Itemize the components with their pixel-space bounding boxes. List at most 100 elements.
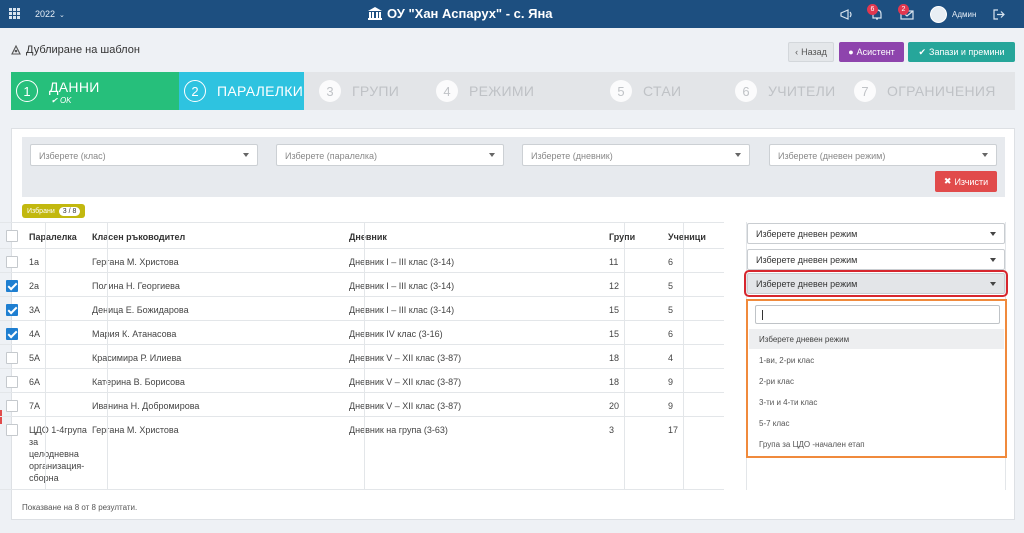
rezhim-filter-placeholder: Изберете (дневен режим): [778, 151, 886, 161]
step-uchiteli[interactable]: 6 УЧИТЕЛИ: [730, 72, 836, 110]
cell-paralelka: 5А: [29, 353, 41, 363]
column-header[interactable]: Дневник: [343, 232, 393, 242]
paralelka-filter-select[interactable]: Изберете (паралелка): [276, 144, 504, 166]
dropdown-search-input[interactable]: [755, 305, 1000, 324]
megaphone-icon[interactable]: [840, 8, 854, 21]
table-row[interactable]: 3А Деница Е. Божидарова Дневник I – III …: [0, 296, 724, 320]
step-label: СТАИ: [643, 83, 682, 99]
regime-select-open[interactable]: Изберете дневен режим: [744, 270, 1008, 297]
step-number: 5: [610, 80, 632, 102]
cell-paralelka: 7А: [29, 401, 41, 411]
user-name[interactable]: Админ: [952, 10, 976, 19]
regime-select[interactable]: Изберете дневен режим: [747, 249, 1005, 270]
step-grupi[interactable]: 3 ГРУПИ: [314, 72, 399, 110]
row-checkbox-checked[interactable]: [6, 328, 18, 340]
step-number: 2: [184, 80, 206, 102]
cell-teacher: Деница Е. Божидарова: [92, 305, 189, 315]
step-label: ГРУПИ: [352, 83, 400, 99]
cell-grupi: 3: [609, 425, 615, 435]
column-header[interactable]: Класен ръководител: [86, 232, 191, 242]
dropdown-option[interactable]: 2-ри клас: [749, 371, 1004, 391]
row-checkbox[interactable]: [6, 352, 18, 364]
cell-grupi: 18: [609, 353, 620, 363]
cell-paralelka: ЦДО 1-4група за целодневна организация-с…: [29, 425, 87, 483]
page-title-text: Дублиране на шаблон: [26, 44, 140, 56]
step-stai[interactable]: 5 СТАИ: [605, 72, 681, 110]
column-header[interactable]: Групи: [603, 232, 641, 242]
step-number: 6: [735, 80, 757, 102]
row-checkbox[interactable]: [6, 376, 18, 388]
close-icon: ✖: [943, 176, 952, 186]
dropdown-option[interactable]: Група за ЦДО -начален етап: [749, 434, 1004, 454]
cell-grupi: 12: [609, 281, 620, 291]
logout-icon[interactable]: [993, 9, 1005, 20]
row-checkbox[interactable]: [6, 256, 18, 268]
cell-uchenici: 17: [668, 425, 679, 435]
step-label: РЕЖИМИ: [469, 83, 535, 99]
save-and-next-button[interactable]: ✔ Запази и премини: [908, 42, 1015, 62]
caret-down-icon: [735, 153, 741, 157]
cell-dnevnik: Дневник I – III клас (3-14): [349, 281, 455, 291]
cell-paralelka: 1а: [29, 257, 40, 267]
cell-dnevnik: Дневник IV клас (3-16): [349, 329, 443, 339]
row-checkbox[interactable]: [6, 400, 18, 412]
cell-teacher: Гергана М. Христова: [92, 257, 179, 267]
regime-header-select[interactable]: Изберете дневен режим: [747, 223, 1005, 244]
column-header[interactable]: Ученици: [662, 232, 712, 242]
cell-dnevnik: Дневник I – III клас (3-14): [349, 305, 455, 315]
column-header[interactable]: Паралелка: [23, 232, 83, 242]
cell-grupi: 11: [609, 257, 619, 267]
cell-dnevnik: Дневник V – XII клас (3-87): [349, 377, 462, 387]
step-paralelki[interactable]: 2 ПАРАЛЕЛКИ: [179, 72, 304, 110]
column-divider: [107, 222, 108, 490]
cell-teacher: Гергана М. Христова: [92, 425, 179, 435]
cell-teacher: Мария К. Атанасова: [92, 329, 177, 339]
step-label: ПАРАЛЕЛКИ: [217, 83, 304, 99]
cell-teacher: Иванина Н. Добромирова: [92, 401, 200, 411]
clear-filters-button[interactable]: ✖ Изчисти: [935, 171, 997, 192]
notifications-badge: 6: [867, 4, 878, 15]
regime-dropdown-menu: Изберете дневен режим 1-ви, 2-ри клас 2-…: [746, 299, 1007, 458]
column-divider: [624, 222, 625, 490]
cell-uchenici: 5: [668, 305, 674, 315]
chevron-down-icon: ⌄: [59, 12, 65, 19]
table-row[interactable]: ЦДО 1-4група за целодневна организация-с…: [0, 416, 724, 490]
row-checkbox[interactable]: [6, 424, 18, 436]
step-rezhimi[interactable]: 4 РЕЖИМИ: [431, 72, 534, 110]
table-row[interactable]: 6А Катерина В. Борисова Дневник V – XII …: [0, 368, 724, 392]
regime-value: Изберете дневен режим: [756, 279, 858, 289]
table-row[interactable]: 7А Иванина Н. Добромирова Дневник V – XI…: [0, 392, 724, 416]
step-number: 1: [16, 80, 38, 102]
dnevnik-filter-select[interactable]: Изберете (дневник): [522, 144, 750, 166]
class-filter-select[interactable]: Изберете (клас): [30, 144, 258, 166]
select-all-checkbox[interactable]: [6, 230, 18, 242]
back-button-label: Назад: [801, 47, 827, 57]
dropdown-option[interactable]: 3-ти и 4-ти клас: [749, 392, 1004, 412]
step-ogranicheniya[interactable]: 7 ОГРАНИЧЕНИЯ: [849, 72, 996, 110]
table-row[interactable]: 5А Красимира Р. Илиева Дневник V – XII к…: [0, 344, 724, 368]
rezhim-filter-select[interactable]: Изберете (дневен режим): [769, 144, 997, 166]
caret-down-icon: [990, 282, 996, 286]
table-row[interactable]: 2а Полина Н. Георгиева Дневник I – III к…: [0, 272, 724, 296]
clear-button-label: Изчисти: [954, 176, 989, 187]
apps-grid-icon[interactable]: [9, 8, 20, 19]
dropdown-option[interactable]: 5-7 клас: [749, 413, 1004, 433]
step-label: УЧИТЕЛИ: [768, 83, 836, 99]
table-row[interactable]: 1а Гергана М. Христова Дневник I – III к…: [0, 248, 724, 272]
dropdown-option[interactable]: Изберете дневен режим: [749, 329, 1004, 349]
table-row[interactable]: 4А Мария К. Атанасова Дневник IV клас (3…: [0, 320, 724, 344]
caret-down-icon: [243, 153, 249, 157]
year-selector[interactable]: 2022 ⌄: [35, 9, 65, 19]
save-button-label: Запази и премини: [929, 47, 1005, 57]
row-checkbox-checked[interactable]: [6, 280, 18, 292]
row-checkbox-checked[interactable]: [6, 304, 18, 316]
step-data[interactable]: 1 ДАННИ ✔ OK: [11, 72, 179, 110]
step-number: 4: [436, 80, 458, 102]
back-button[interactable]: ‹ Назад: [788, 42, 834, 62]
assistant-button[interactable]: ● Асистент: [839, 42, 904, 62]
step-label: ДАННИ: [49, 79, 100, 95]
cell-grupi: 15: [609, 329, 620, 339]
dropdown-option[interactable]: 1-ви, 2-ри клас: [749, 350, 1004, 370]
cell-teacher: Полина Н. Георгиева: [92, 281, 180, 291]
avatar[interactable]: [930, 6, 947, 23]
